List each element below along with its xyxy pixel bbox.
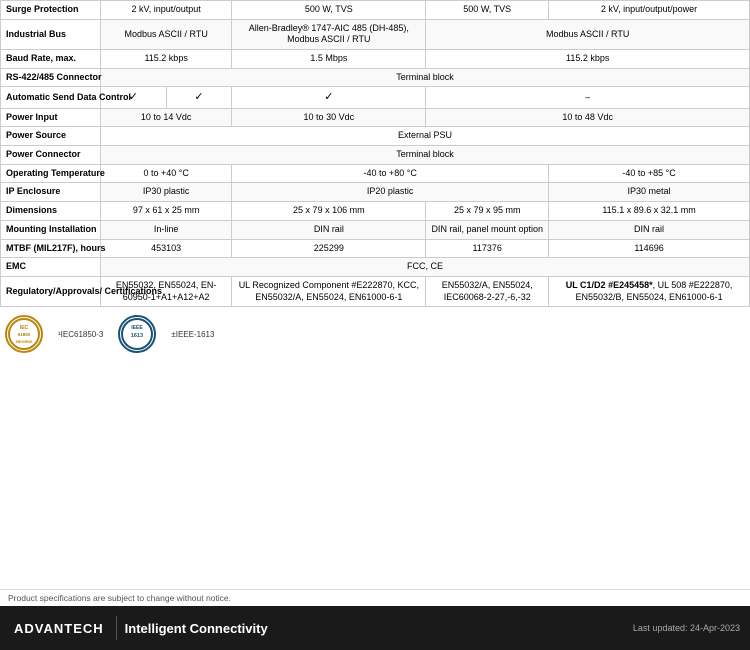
cell-ip-1: IP30 plastic [101, 183, 232, 202]
cell-ip-3: IP30 metal [549, 183, 750, 202]
row-label-reg: Regulatory/Approvals/ Certifications [1, 276, 101, 306]
cell-dim-3: 25 x 79 x 95 mm [426, 202, 549, 221]
cell-surge-2: 500 W, TVS [232, 1, 426, 20]
table-row: Power Source External PSU [1, 127, 750, 146]
row-label-power-input: Power Input [1, 108, 101, 127]
cell-dim-4: 115.1 x 89.6 x 32.1 mm [549, 202, 750, 221]
table-row: Dimensions 97 x 61 x 25 mm 25 x 79 x 106… [1, 202, 750, 221]
cell-reg-3: EN55032/A, EN55024, IEC60068-2-27,-6,-32 [426, 276, 549, 306]
table-row: Baud Rate, max. 115.2 kbps 1.5 Mbps 115.… [1, 50, 750, 69]
specs-table: Surge Protection 2 kV, input/output 500 … [0, 0, 750, 307]
cell-baud-2: 1.5 Mbps [232, 50, 426, 69]
footer-date: Last updated: 24-Apr-2023 [633, 623, 740, 633]
cell-autosend-2: ✓ [166, 87, 232, 108]
product-note: Product specifications are subject to ch… [0, 589, 750, 606]
cell-mount-3: DIN rail, panel mount option [426, 220, 549, 239]
svg-text:REVIEW: REVIEW [16, 339, 32, 344]
cell-bus-1: Modbus ASCII / RTU [101, 19, 232, 49]
cell-temp-1: 0 to +40 °C [101, 164, 232, 183]
table-row: Power Input 10 to 14 Vdc 10 to 30 Vdc 10… [1, 108, 750, 127]
footer-brand: ADVANTECH Intelligent Connectivity [10, 616, 268, 640]
cell-dim-2: 25 x 79 x 106 mm [232, 202, 426, 221]
table-row: Power Connector Terminal block [1, 146, 750, 165]
cert-section: IEC 61850 REVIEW ¹IEC61850-3 IEEE 1613 ±… [0, 307, 750, 361]
footnote-area [0, 361, 750, 415]
row-label-power-source: Power Source [1, 127, 101, 146]
table-row: IP Enclosure IP30 plastic IP20 plastic I… [1, 183, 750, 202]
brand-logo: ADVANTECH [10, 619, 108, 638]
row-label-emc: EMC [1, 258, 101, 277]
cell-ip-2: IP20 plastic [232, 183, 549, 202]
row-label-mount: Mounting Installation [1, 220, 101, 239]
cell-baud-3: 115.2 kbps [426, 50, 750, 69]
footer-bar: ADVANTECH Intelligent Connectivity Last … [0, 606, 750, 650]
table-row: Regulatory/Approvals/ Certifications EN5… [1, 276, 750, 306]
footer-right: Last updated: 24-Apr-2023 [633, 623, 740, 633]
cell-power-input-3: 10 to 48 Vdc [426, 108, 750, 127]
cell-mount-1: In-line [101, 220, 232, 239]
cell-mount-2: DIN rail [232, 220, 426, 239]
table-row: Operating Temperature 0 to +40 °C -40 to… [1, 164, 750, 183]
cert-text-iec61850: ¹IEC61850-3 [58, 330, 103, 339]
cell-power-input-1: 10 to 14 Vdc [101, 108, 232, 127]
cell-power-connector: Terminal block [101, 146, 750, 165]
brand-tagline: Intelligent Connectivity [125, 621, 268, 636]
svg-text:1613: 1613 [131, 333, 143, 339]
row-label-connector: RS-422/485 Connector [1, 68, 101, 87]
cell-mtbf-2: 225299 [232, 239, 426, 258]
table-row: Surge Protection 2 kV, input/output 500 … [1, 1, 750, 20]
table-row: MTBF (MIL217F), hours 453103 225299 1173… [1, 239, 750, 258]
cell-mtbf-4: 114696 [549, 239, 750, 258]
row-label-dim: Dimensions [1, 202, 101, 221]
cell-dim-1: 97 x 61 x 25 mm [101, 202, 232, 221]
cert-badge-iecview: IEC 61850 REVIEW [5, 315, 43, 353]
product-note-text: Product specifications are subject to ch… [8, 593, 231, 603]
cell-surge-3: 500 W, TVS [426, 1, 549, 20]
cell-connector: Terminal block [101, 68, 750, 87]
row-label-autosend: Automatic Send Data Control [1, 87, 101, 108]
cell-mtbf-3: 117376 [426, 239, 549, 258]
cert-iecview-icon: IEC 61850 REVIEW [7, 317, 41, 351]
cert-ieee1613-icon: IEEE 1613 [120, 317, 154, 351]
cell-baud-1: 115.2 kbps [101, 50, 232, 69]
svg-text:61850: 61850 [18, 332, 31, 337]
row-label-bus: Industrial Bus [1, 19, 101, 49]
row-label-ip: IP Enclosure [1, 183, 101, 202]
table-row: Mounting Installation In-line DIN rail D… [1, 220, 750, 239]
cert-label-ieee1613: ±IEEE-1613 [171, 330, 214, 339]
table-row: EMC FCC, CE [1, 258, 750, 277]
cell-power-input-2: 10 to 30 Vdc [232, 108, 426, 127]
svg-text:IEEE: IEEE [132, 325, 144, 331]
cell-power-source: External PSU [101, 127, 750, 146]
cell-autosend-4: – [426, 87, 750, 108]
brand-divider [116, 616, 117, 640]
row-label-surge: Surge Protection [1, 1, 101, 20]
cert-label-iec61850: ¹IEC61850-3 [58, 330, 103, 339]
table-row: Automatic Send Data Control ✓ ✓ ✓ – [1, 87, 750, 108]
row-label-mtbf: MTBF (MIL217F), hours [1, 239, 101, 258]
cell-bus-3: Modbus ASCII / RTU [426, 19, 750, 49]
row-label-power-connector: Power Connector [1, 146, 101, 165]
cell-mount-4: DIN rail [549, 220, 750, 239]
cell-reg-2: UL Recognized Component #E222870, KCC, E… [232, 276, 426, 306]
cell-temp-3: -40 to +85 °C [549, 164, 750, 183]
row-label-baud: Baud Rate, max. [1, 50, 101, 69]
cell-bus-2: Allen-Bradley® 1747-AIC 485 (DH-485), Mo… [232, 19, 426, 49]
cell-autosend-3: ✓ [232, 87, 426, 108]
cell-temp-2: -40 to +80 °C [232, 164, 549, 183]
table-row: RS-422/485 Connector Terminal block [1, 68, 750, 87]
cell-mtbf-1: 453103 [101, 239, 232, 258]
row-label-temp: Operating Temperature [1, 164, 101, 183]
svg-text:IEC: IEC [20, 325, 29, 331]
table-row: Industrial Bus Modbus ASCII / RTU Allen-… [1, 19, 750, 49]
cell-reg-4: UL C1/D2 #E245458*, UL 508 #E222870, EN5… [549, 276, 750, 306]
cell-emc: FCC, CE [101, 258, 750, 277]
cert-text-ieee1613: ±IEEE-1613 [171, 330, 214, 339]
cell-surge-1: 2 kV, input/output [101, 1, 232, 20]
specs-table-container: Surge Protection 2 kV, input/output 500 … [0, 0, 750, 307]
cell-surge-4: 2 kV, input/output/power [549, 1, 750, 20]
cert-badge-ieee1613: IEEE 1613 [118, 315, 156, 353]
